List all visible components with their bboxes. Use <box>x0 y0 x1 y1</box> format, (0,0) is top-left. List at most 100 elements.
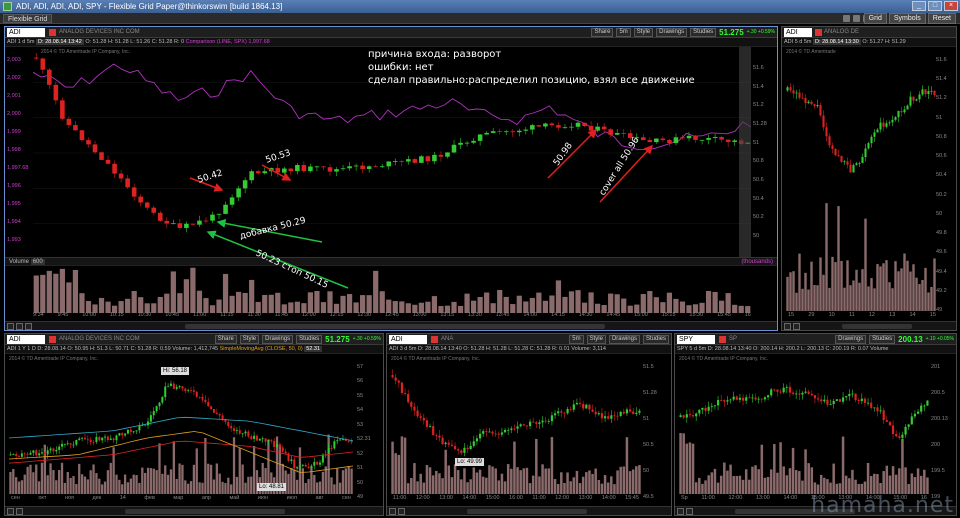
studies-button[interactable]: Studies <box>296 335 323 344</box>
bottom-right-candle <box>879 410 882 412</box>
bottom-middle-volume-bar <box>563 482 566 494</box>
alert-flag-icon[interactable] <box>431 336 438 343</box>
bottom-right-candle <box>732 396 735 400</box>
alert-flag-icon[interactable] <box>815 29 822 36</box>
bottom-left-scrollbar[interactable] <box>125 509 285 514</box>
bottom-left-candle <box>58 446 61 450</box>
bottom-middle-price-plot[interactable] <box>391 354 641 494</box>
zoom-out-icon[interactable] <box>686 508 693 515</box>
bottom-left-candle <box>333 441 336 449</box>
alert-flag-icon[interactable] <box>719 336 726 343</box>
bottom-middle-chart-panel[interactable]: ADI ANA 5m Style Drawings Studies ADI 3 … <box>386 333 672 516</box>
bottom-left-volume-bar <box>129 478 132 494</box>
top-right-candle <box>810 101 813 105</box>
bottom-middle-volume-bar <box>553 479 557 494</box>
bottom-right-chart-panel[interactable]: SPY SP Drawings Studies 200.13 +.10 +0.0… <box>674 333 957 516</box>
bottom-left-volume-bar <box>290 468 293 494</box>
zoom-in-icon[interactable] <box>7 508 14 515</box>
bottom-left-volume-bar <box>46 475 49 494</box>
bottom-right-price-plot[interactable] <box>679 354 929 494</box>
bottom-middle-candle <box>422 417 425 421</box>
info-values: ADI 1 Y 1 D D: 28.08.14 O: 50.95 H: 51.3… <box>7 346 219 352</box>
bottom-right-volume-bar <box>810 467 814 494</box>
period-button[interactable]: 5m <box>569 335 584 344</box>
studies-button[interactable]: Studies <box>869 335 896 344</box>
drawings-button[interactable]: Drawings <box>835 335 867 344</box>
top-right-candle <box>840 156 843 162</box>
bottom-left-volume-bar <box>238 447 241 494</box>
bottom-left-time-tick-label: апр <box>201 495 211 501</box>
bottom-left-chart-panel[interactable]: ADI ANALOG DEVICES INC COM Share Style D… <box>4 333 384 516</box>
drawings-button[interactable]: Drawings <box>608 335 640 344</box>
bottom-middle-candle <box>578 402 582 404</box>
zoom-out-icon[interactable] <box>793 323 800 330</box>
bottom-left-candle <box>330 447 333 449</box>
bottom-middle-volume-bar <box>572 477 576 494</box>
style-button[interactable]: Style <box>586 335 606 344</box>
share-button[interactable]: Share <box>214 335 237 344</box>
bottom-right-volume-bar <box>713 468 717 494</box>
top-right-price-plot[interactable] <box>786 47 936 311</box>
top-right-volume-bar <box>918 284 921 311</box>
bottom-left-candle <box>204 399 207 403</box>
bottom-left-volume-bar <box>184 480 187 494</box>
bottom-left-candle <box>109 438 112 440</box>
top-right-volume-bar <box>786 276 789 311</box>
bottom-right-volume-group <box>679 433 929 494</box>
symbol-input[interactable]: ADI <box>784 28 812 37</box>
price-axis-tick-label: 200 <box>931 442 941 448</box>
bottom-middle-volume-bar <box>594 468 597 494</box>
bottom-middle-candle <box>635 412 638 414</box>
bottom-middle-candle <box>600 413 604 419</box>
bottom-right-volume-bar <box>794 470 798 494</box>
studies-button[interactable]: Studies <box>642 335 669 344</box>
bottom-right-time-tick-label: 14:00 <box>783 495 798 501</box>
zoom-out-icon[interactable] <box>16 508 23 515</box>
bottom-left-volume-bar <box>293 469 296 494</box>
bottom-left-candle <box>55 449 58 452</box>
bottom-right-volume-bar <box>704 480 707 494</box>
bottom-right-candle <box>873 407 876 409</box>
symbol-input[interactable]: ADI <box>7 335 45 344</box>
bottom-left-candle <box>218 414 221 416</box>
zoom-out-icon[interactable] <box>398 508 405 515</box>
bottom-right-candle <box>863 398 867 403</box>
bottom-right-volume-bar <box>698 477 701 494</box>
bottom-left-candle <box>69 443 72 445</box>
top-right-volume-bar <box>861 269 864 311</box>
bottom-right-volume-bar <box>801 480 804 494</box>
drawings-button[interactable]: Drawings <box>262 335 294 344</box>
bottom-middle-candle <box>613 415 616 417</box>
price-axis-tick-label: 49.5 <box>643 494 654 500</box>
price-axis-tick-label: 51 <box>643 416 650 422</box>
bottom-left-time-tick-label: дек <box>92 495 102 501</box>
bottom-right-volume-bar <box>682 433 685 494</box>
top-right-chart-panel[interactable]: ADI ANALOG DE ADI 5 d 5m D: 28.08.14 13:… <box>781 26 957 331</box>
bottom-right-candle <box>910 416 913 425</box>
bottom-middle-candle <box>585 404 588 409</box>
bottom-middle-volume-bar <box>419 473 422 494</box>
bottom-middle-volume-bar <box>416 481 419 494</box>
bottom-left-price-plot[interactable] <box>9 354 353 494</box>
bottom-middle-info-bar: ADI 3 d 5m D: 28.08.14 13:40 O: 51.28 H:… <box>387 345 671 354</box>
bottom-middle-scrollbar[interactable] <box>467 509 587 514</box>
top-right-volume-bar <box>933 258 936 311</box>
zoom-in-icon[interactable] <box>389 508 396 515</box>
price-axis-tick-label: 52 <box>357 450 364 457</box>
bottom-right-volume-bar <box>869 475 873 494</box>
style-button[interactable]: Style <box>239 335 260 344</box>
zoom-in-icon[interactable] <box>784 323 791 330</box>
top-right-candle <box>786 87 789 91</box>
company-name: ANA <box>441 336 454 342</box>
top-right-scrollbar[interactable] <box>842 324 912 329</box>
bottom-right-candle <box>704 407 707 411</box>
symbol-input[interactable]: SPY <box>677 335 715 344</box>
alert-flag-icon[interactable] <box>49 336 56 343</box>
symbol-input[interactable]: ADI <box>389 335 427 344</box>
bottom-right-candle <box>807 391 810 394</box>
zoom-in-icon[interactable] <box>677 508 684 515</box>
bottom-middle-volume-bar <box>556 483 560 494</box>
bottom-left-candle <box>190 390 193 392</box>
bottom-left-volume-bar <box>215 463 218 494</box>
low-label: Lo: 48.81 <box>257 483 287 491</box>
